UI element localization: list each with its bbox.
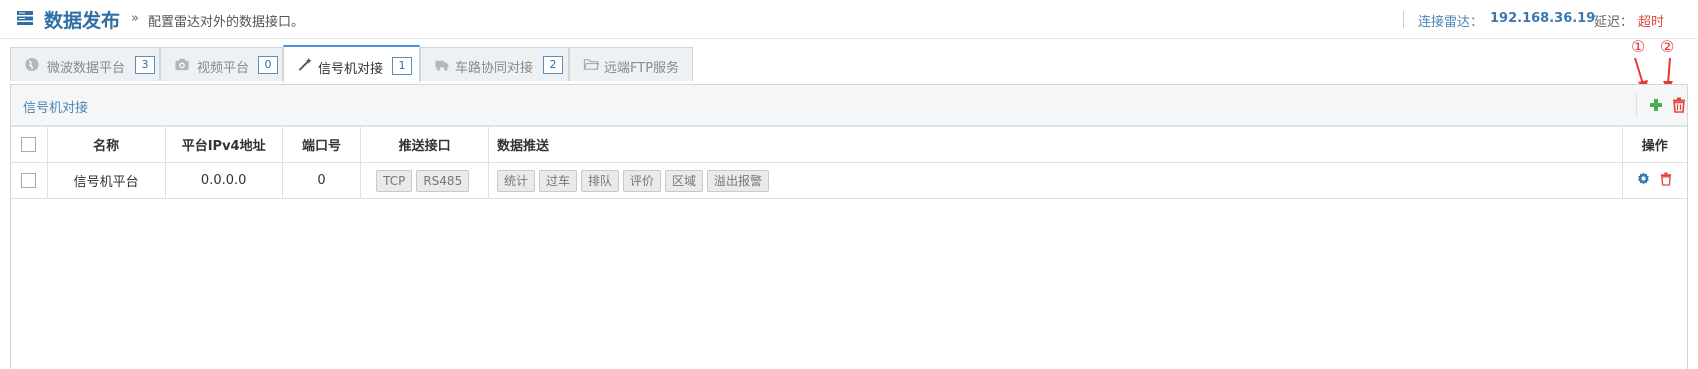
delay-label: 延迟： bbox=[1594, 15, 1634, 30]
header-divider bbox=[1636, 93, 1637, 117]
table-row: 信号机平台 0.0.0.0 0 TCP RS485 统计 过车 排队 评价 区域 溢出报警 bbox=[11, 162, 1687, 199]
annotation-marker-2: ② bbox=[1660, 37, 1675, 56]
tab-count-badge: 0 bbox=[258, 56, 278, 74]
column-header-name: 名称 bbox=[46, 126, 166, 163]
push-tag: 排队 bbox=[580, 169, 619, 192]
panel-header: 信号机对接 bbox=[11, 85, 1687, 126]
connection-label: 连接雷达： bbox=[1418, 15, 1484, 30]
row-settings-button[interactable] bbox=[1637, 172, 1650, 189]
tab-count-badge: 2 bbox=[543, 56, 563, 74]
select-all-checkbox[interactable] bbox=[21, 137, 37, 152]
row-port: 0 bbox=[281, 162, 362, 199]
camera-icon bbox=[175, 58, 189, 71]
row-interfaces: TCP RS485 bbox=[360, 162, 489, 199]
folder-icon bbox=[583, 59, 599, 70]
push-tag: 区域 bbox=[665, 169, 704, 192]
page-description: 配置雷达对外的数据接口。 bbox=[148, 15, 305, 30]
row-actions bbox=[1621, 162, 1687, 199]
connection-ip: 192.168.36.19 bbox=[1490, 11, 1596, 26]
tab-label: 远端FTP服务 bbox=[604, 61, 680, 76]
tab-remote-ftp[interactable]: 远端FTP服务 bbox=[569, 47, 693, 81]
annotation-marker-1: ① bbox=[1631, 37, 1646, 56]
interface-tag: TCP bbox=[376, 169, 413, 192]
tab-count-badge: 3 bbox=[135, 56, 155, 74]
push-tag: 溢出报警 bbox=[707, 169, 770, 192]
column-header-interface: 推送接口 bbox=[360, 126, 489, 163]
row-name: 信号机平台 bbox=[46, 162, 166, 199]
page-header: 数据发布 » 配置雷达对外的数据接口。 连接雷达： 192.168.36.19 … bbox=[0, 0, 1698, 39]
delay-value: 超时 bbox=[1638, 15, 1665, 30]
trash-icon bbox=[1661, 172, 1672, 186]
interface-tag: RS485 bbox=[416, 169, 470, 192]
row-ip: 0.0.0.0 bbox=[164, 162, 283, 199]
push-tag: 过车 bbox=[538, 169, 577, 192]
tab-label: 视频平台 bbox=[197, 61, 250, 76]
trash-icon[interactable] bbox=[1672, 97, 1686, 113]
tab-label: 微波数据平台 bbox=[47, 61, 126, 76]
panel-title: 信号机对接 bbox=[23, 101, 89, 116]
globe-icon bbox=[25, 57, 39, 72]
column-header-actions: 操作 bbox=[1621, 126, 1687, 163]
tab-label: 信号机对接 bbox=[318, 62, 384, 77]
tab-vehicle-road-cooperation[interactable]: 车路协同对接 2 bbox=[420, 47, 569, 81]
row-select-cell bbox=[11, 162, 48, 199]
push-tag: 统计 bbox=[496, 169, 535, 192]
column-header-port: 端口号 bbox=[281, 126, 362, 163]
header-divider bbox=[1403, 11, 1404, 28]
table-header-row: 名称 平台IPv4地址 端口号 推送接口 数据推送 操作 bbox=[11, 126, 1687, 163]
page-title: 数据发布 bbox=[44, 10, 121, 32]
tab-microwave-platform[interactable]: 微波数据平台 3 bbox=[10, 47, 160, 81]
magic-wand-icon bbox=[298, 57, 312, 71]
signal-platform-table: 名称 平台IPv4地址 端口号 推送接口 数据推送 操作 信号机平台 0.0.0… bbox=[11, 126, 1687, 199]
column-header-data-push: 数据推送 bbox=[487, 126, 1623, 163]
add-icon[interactable] bbox=[1648, 97, 1664, 113]
truck-icon bbox=[435, 60, 449, 71]
signal-docking-panel: 信号机对接 名称 平台IPv4地址 端口号 推送接口 数据推送 操作 信号机平台… bbox=[10, 84, 1688, 369]
server-icon bbox=[17, 11, 33, 25]
row-delete-button[interactable] bbox=[1660, 172, 1672, 190]
push-tag: 评价 bbox=[623, 169, 662, 192]
row-checkbox[interactable] bbox=[21, 173, 37, 188]
tab-count-badge: 1 bbox=[392, 57, 412, 75]
tab-label: 车路协同对接 bbox=[455, 61, 534, 76]
tab-signal-docking[interactable]: 信号机对接 1 bbox=[283, 45, 420, 83]
breadcrumb-separator: » bbox=[131, 11, 139, 26]
column-header-ip: 平台IPv4地址 bbox=[164, 126, 283, 163]
row-data-push: 统计 过车 排队 评价 区域 溢出报警 bbox=[487, 162, 1623, 199]
select-all-cell bbox=[11, 126, 48, 163]
gear-icon bbox=[1638, 172, 1650, 185]
tab-video-platform[interactable]: 视频平台 0 bbox=[160, 47, 283, 81]
